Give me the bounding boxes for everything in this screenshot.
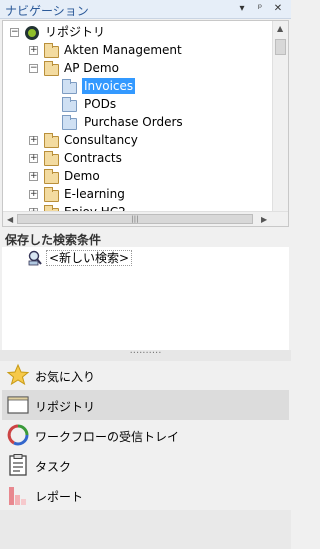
tree-item-label[interactable]: E-learning: [62, 186, 127, 202]
collapse-icon[interactable]: −: [10, 28, 19, 37]
vertical-scrollbar[interactable]: ▲: [272, 21, 288, 211]
nav-label: リポジトリ: [35, 400, 96, 414]
repository-tree[interactable]: − リポジトリ + Akten Management − AP Demo Inv…: [2, 20, 289, 227]
scroll-up-icon[interactable]: ▲: [277, 24, 283, 33]
folder-icon: [62, 97, 77, 112]
tree-item-label[interactable]: AP Demo: [62, 60, 121, 76]
tree-item-akten-management[interactable]: + Akten Management: [3, 42, 273, 60]
tree-item-label[interactable]: Contracts: [62, 150, 124, 166]
saved-searches-title: 保存した検索条件: [5, 233, 102, 247]
tree-item-demo[interactable]: + Demo: [3, 168, 273, 186]
expand-icon[interactable]: +: [29, 136, 38, 145]
tree-item-e-learning[interactable]: + E-learning: [3, 186, 273, 204]
tree-root-label[interactable]: リポジトリ: [43, 24, 107, 40]
new-search-item[interactable]: <新しい検索>: [46, 250, 133, 266]
nav-favorites[interactable]: お気に入り: [2, 360, 289, 390]
folder-icon: [44, 151, 59, 166]
tree-item-label[interactable]: Purchase Orders: [82, 114, 185, 130]
repository-icon: [7, 396, 29, 414]
scroll-right-icon[interactable]: ▶: [261, 215, 267, 224]
task-icon: [9, 454, 27, 476]
scroll-thumb[interactable]: [275, 39, 286, 55]
nav-tasks[interactable]: タスク: [2, 450, 289, 480]
tree-item-pods[interactable]: PODs: [3, 96, 273, 114]
star-icon: [6, 363, 30, 386]
folder-icon: [44, 133, 59, 148]
tree-item-ap-demo[interactable]: − AP Demo: [3, 60, 273, 78]
open-folder-icon: [44, 61, 59, 76]
bottom-bar: [0, 510, 291, 549]
navigation-title: ナビゲーション: [5, 4, 89, 18]
collapse-icon[interactable]: −: [29, 64, 38, 73]
expand-icon[interactable]: +: [29, 172, 38, 181]
saved-search-icon: [28, 250, 42, 266]
expand-icon[interactable]: +: [29, 46, 38, 55]
scroll-left-icon[interactable]: ◀: [7, 215, 13, 224]
report-icon: [9, 487, 26, 505]
folder-icon: [62, 115, 77, 130]
tree-item-label[interactable]: PODs: [82, 96, 118, 112]
pin-icon[interactable]: ᵖ: [254, 2, 266, 16]
nav-reports[interactable]: レポート: [2, 480, 289, 510]
navigation-header: ナビゲーション ▾ ᵖ ✕: [0, 0, 291, 19]
nav-label: お気に入り: [35, 370, 96, 384]
tree-item-invoices[interactable]: Invoices: [3, 78, 273, 96]
folder-icon: [44, 187, 59, 202]
nav-repository[interactable]: リポジトリ: [2, 390, 289, 420]
repository-icon: [25, 26, 39, 40]
expand-icon[interactable]: +: [29, 154, 38, 163]
tree-item-label[interactable]: Demo: [62, 168, 102, 184]
tree-item-label[interactable]: Consultancy: [62, 132, 140, 148]
dropdown-icon[interactable]: ▾: [236, 2, 248, 16]
close-icon[interactable]: ✕: [272, 2, 284, 16]
nav-label: ワークフローの受信トレイ: [35, 430, 180, 444]
tree-item-consultancy[interactable]: + Consultancy: [3, 132, 273, 150]
folder-icon: [62, 79, 77, 94]
saved-searches-panel: <新しい検索>: [2, 247, 289, 350]
horizontal-scrollbar[interactable]: ◀ ||| ▶: [3, 211, 288, 226]
workflow-icon: [7, 424, 29, 446]
tree-item-label[interactable]: Invoices: [82, 78, 136, 94]
scroll-thumb[interactable]: |||: [17, 214, 253, 224]
expand-icon[interactable]: +: [29, 190, 38, 199]
tree-root-row[interactable]: − リポジトリ: [3, 24, 273, 42]
nav-label: レポート: [35, 490, 84, 504]
folder-icon: [44, 43, 59, 58]
tree-item-contracts[interactable]: + Contracts: [3, 150, 273, 168]
nav-workflow-inbox[interactable]: ワークフローの受信トレイ: [2, 420, 289, 450]
folder-icon: [44, 169, 59, 184]
tree-item-label[interactable]: Akten Management: [62, 42, 184, 58]
nav-label: タスク: [35, 460, 72, 474]
tree-item-purchase-orders[interactable]: Purchase Orders: [3, 114, 273, 132]
